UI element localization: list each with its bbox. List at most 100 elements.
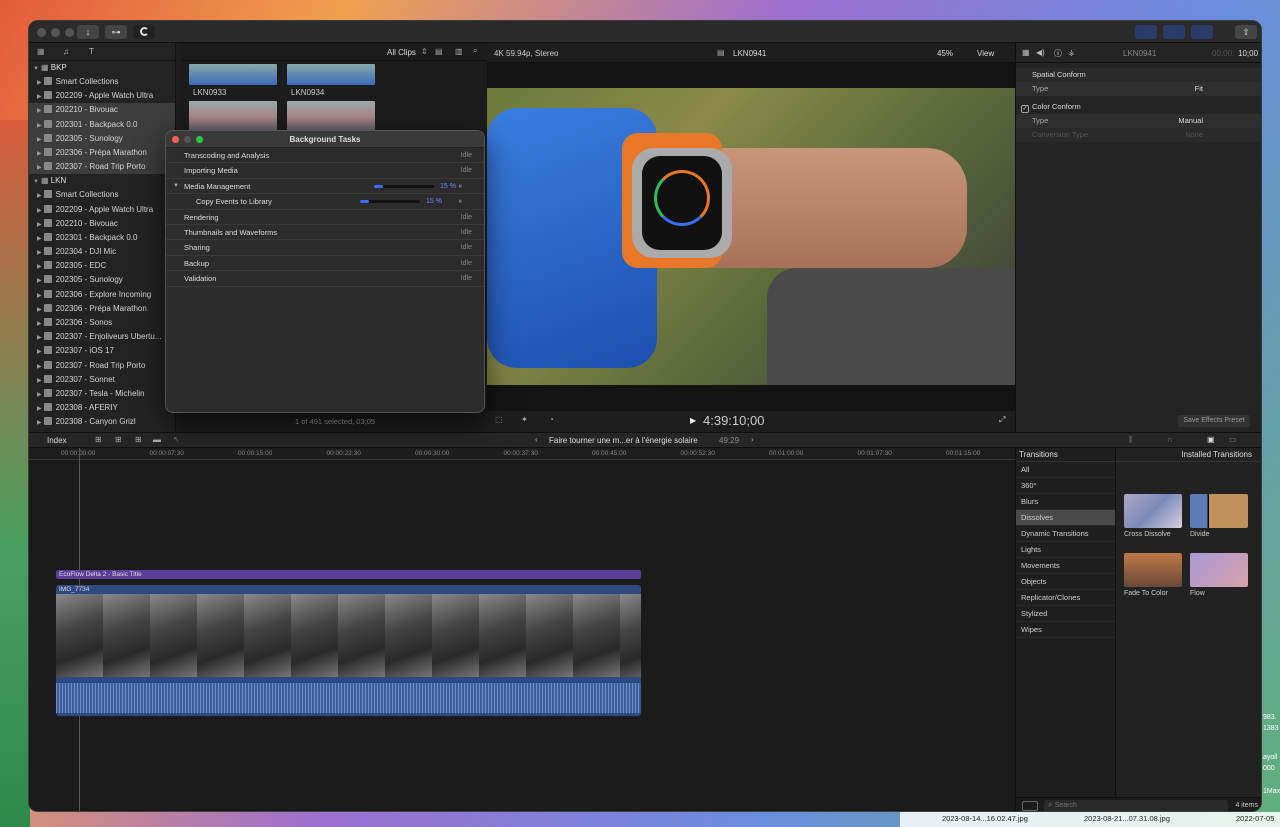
smart-collections-row[interactable]: ▶ Smart Collections — [29, 75, 175, 89]
category-item[interactable]: Movements — [1016, 558, 1115, 574]
category-item[interactable]: Lights — [1016, 542, 1115, 558]
select-tool-icon[interactable]: ↖ — [173, 435, 180, 444]
event-row[interactable]: ▶ 202306 - Sonos — [29, 316, 175, 330]
keywords-button[interactable]: ⊶ — [105, 25, 127, 39]
timeline-ruler[interactable]: 00:00:00:0000:00:07:3000:00:15:0000:00:2… — [29, 448, 1015, 460]
category-item[interactable]: 360° — [1016, 478, 1115, 494]
clip-appearance-icon[interactable]: ▭ — [1229, 435, 1237, 444]
transition-item[interactable]: Divide — [1190, 494, 1248, 538]
library-row[interactable]: ▼ ▦ BKP — [29, 61, 175, 75]
disclosure-icon[interactable]: ▶ — [37, 364, 42, 370]
transition-item[interactable]: Flow — [1190, 553, 1248, 597]
event-row[interactable]: ▶ 202308 - AFERIY — [29, 401, 175, 415]
event-row[interactable]: ▶ 202305 - Sunology — [29, 273, 175, 287]
disclosure-icon[interactable]: ▶ — [37, 80, 42, 86]
share-button[interactable]: ⇧ — [1235, 25, 1257, 39]
title-clip[interactable]: EcoFlow Delta 2 - Basic Title — [56, 570, 641, 579]
event-row[interactable]: ▶ 202209 - Apple Watch Ultra — [29, 89, 175, 103]
project-name[interactable]: Faire tourner une m...er à l'énergie sol… — [549, 436, 698, 445]
disclosure-icon[interactable]: ▶ — [37, 151, 42, 157]
transition-item[interactable]: Cross Dissolve — [1124, 494, 1182, 538]
disclosure-icon[interactable]: ▶ — [37, 165, 42, 171]
event-row[interactable]: ▶ 202306 - Explore Incoming — [29, 288, 175, 302]
event-row[interactable]: ▶ 202307 - Enjoliveurs Ubertu... — [29, 330, 175, 344]
transform-icon[interactable]: ⬚ — [495, 415, 503, 424]
event-row[interactable]: ▶ 202305 - EDC — [29, 259, 175, 273]
browser-toggle[interactable] — [1135, 25, 1157, 39]
clip-thumbnail[interactable] — [287, 101, 375, 133]
fullscreen-icon[interactable]: ⤢ — [999, 415, 1005, 425]
spatial-type-value[interactable]: Fit — [1195, 82, 1203, 96]
event-row[interactable]: ▶ 202307 - Road Trip Porto — [29, 359, 175, 373]
transition-item[interactable]: Fade To Color — [1124, 553, 1182, 597]
disclosure-icon[interactable]: ▶ — [37, 349, 42, 355]
view-menu[interactable]: View — [977, 49, 994, 58]
category-item[interactable]: Blurs — [1016, 494, 1115, 510]
clip-thumbnail[interactable] — [189, 64, 277, 85]
category-item[interactable]: Wipes — [1016, 622, 1115, 638]
clip-thumbnail[interactable] — [287, 64, 375, 85]
disclosure-icon[interactable]: ▶ — [37, 378, 42, 384]
overwrite-icon[interactable]: ▬ — [153, 435, 161, 444]
video-clip[interactable]: IMG_7734 — [56, 585, 641, 716]
event-row[interactable]: ▶ 202306 - Prépa Marathon — [29, 302, 175, 316]
event-row[interactable]: ▶ 202307 - Tesla - Michelin — [29, 387, 175, 401]
libraries-icon[interactable]: ▦ — [37, 47, 45, 56]
photos-icon[interactable]: ♫ — [63, 47, 69, 56]
disclosure-icon[interactable]: ▶ — [37, 236, 42, 242]
event-row[interactable]: ▶ 202307 - Road Trip Porto — [29, 160, 175, 175]
append-icon[interactable]: ⊞ — [135, 435, 142, 444]
disclosure-icon[interactable]: ▶ — [37, 392, 42, 398]
film-icon[interactable]: ▦ — [1022, 48, 1030, 57]
disclosure-icon[interactable]: ▶ — [37, 123, 42, 129]
search-icon[interactable]: ⌕ — [473, 46, 477, 56]
dialog-close-button[interactable] — [172, 136, 179, 143]
category-item[interactable]: Dissolves — [1016, 510, 1115, 526]
sidebar-toggle-icon[interactable] — [1022, 801, 1038, 811]
disclosure-icon[interactable]: ▶ — [37, 293, 42, 299]
filmstrip-icon[interactable]: ▥ — [455, 47, 463, 56]
event-row[interactable]: ▶ 202210 - Bivouac — [29, 103, 175, 118]
category-item[interactable]: Dynamic Transitions — [1016, 526, 1115, 542]
disclosure-icon[interactable]: ▶ — [37, 264, 42, 270]
disclosure-icon[interactable]: ▶ — [37, 250, 42, 256]
disclosure-icon[interactable]: ▶ — [37, 307, 42, 313]
pause-icon[interactable]: ⏸ — [459, 194, 463, 209]
disclosure-icon[interactable]: ▶ — [37, 108, 42, 114]
desktop-file[interactable]: 2023-08-14...16.02.47.jpg — [942, 814, 1028, 823]
transitions-search-field[interactable]: ⌕ — [1044, 800, 1228, 811]
audio-icon[interactable]: ◀) — [1036, 48, 1045, 57]
event-row[interactable]: ▶ 202307 - Sonnet — [29, 373, 175, 387]
forward-icon[interactable]: › — [751, 435, 754, 444]
audio-meters-icon[interactable]: ⫼ — [1129, 435, 1133, 445]
enhance-icon[interactable]: ✦ — [521, 415, 528, 424]
info-icon[interactable]: ⓘ — [1054, 48, 1062, 59]
zoom-button[interactable] — [65, 28, 74, 37]
zoom-menu[interactable]: 45% — [937, 49, 953, 58]
disclosure-icon[interactable]: ▼ — [173, 179, 179, 194]
event-row[interactable]: ▶ 202305 - Sunology — [29, 131, 175, 146]
disclosure-icon[interactable]: ▶ — [37, 193, 42, 199]
pause-icon[interactable]: ⏸ — [459, 179, 463, 194]
close-button[interactable] — [37, 28, 46, 37]
installed-transitions-menu[interactable]: Installed Transitions — [1116, 448, 1261, 462]
clip-thumbnail[interactable] — [189, 101, 277, 133]
disclosure-icon[interactable]: ▼ — [33, 179, 39, 185]
dialog-zoom-button[interactable] — [196, 136, 203, 143]
library-row[interactable]: ▼ ▦ LKN — [29, 174, 175, 188]
color-type-value[interactable]: Manual — [1178, 114, 1203, 128]
event-row[interactable]: ▶ 202306 - Prépa Marathon — [29, 145, 175, 161]
category-item[interactable]: All — [1016, 462, 1115, 478]
event-row[interactable]: ▶ 202210 - Bivouac — [29, 217, 175, 231]
share-settings-icon[interactable]: ⚶ — [1068, 48, 1075, 57]
back-icon[interactable]: ‹ — [535, 435, 538, 444]
index-button[interactable]: Index — [47, 436, 67, 445]
disclosure-icon[interactable]: ▶ — [37, 321, 42, 327]
dialog-minimize-button[interactable] — [184, 136, 191, 143]
event-row[interactable]: ▶ 202301 - Backpack 0.0 — [29, 117, 175, 132]
minimize-button[interactable] — [51, 28, 60, 37]
transitions-search-input[interactable] — [1054, 802, 1205, 809]
speed-icon[interactable]: ◔ — [549, 415, 554, 424]
disclosure-icon[interactable]: ▶ — [37, 137, 42, 143]
event-row[interactable]: ▶ 202308 - Canyon Grizl — [29, 415, 175, 429]
